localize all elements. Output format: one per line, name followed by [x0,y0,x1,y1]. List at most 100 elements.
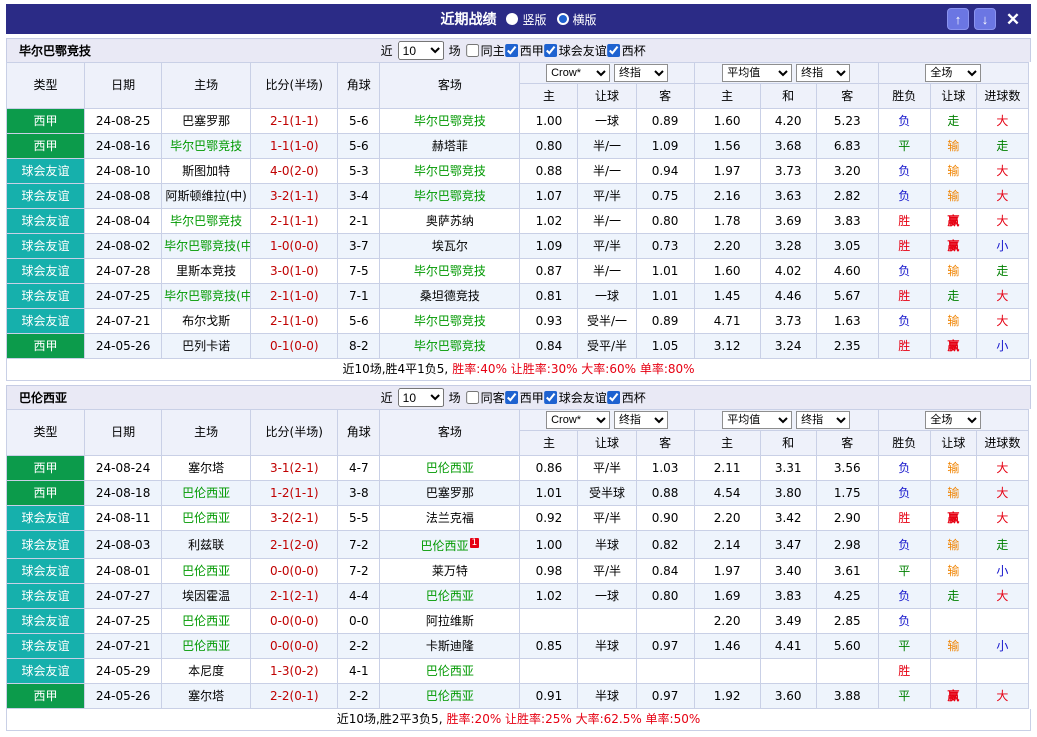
final-index-select-asian[interactable]: 终指 [613,64,668,82]
cell-score: 1-0(0-0) [250,233,339,259]
col-header-ah-away: 客 [635,83,695,109]
cell-eu-draw-odds: 3.60 [759,683,817,709]
cell-eu-home-odds: 2.16 [693,183,761,209]
team-section: 毕尔巴鄂竞技 近 10 场 同主 西甲 球会友谊 西杯 类型 日期 主场 比分(… [5,38,1031,381]
cell-goal-result: 大 [975,283,1030,309]
cell-ah-home-odds: 0.86 [519,455,579,481]
cell-date: 24-08-03 [84,530,163,559]
cell-corner: 2-2 [337,633,381,659]
close-button[interactable]: ✕ [1001,7,1025,31]
checkbox-input[interactable] [543,390,557,404]
match-row: 球会友谊 24-08-10 斯图加特 4-0(2-0) 5-3 毕尔巴鄂竞技 0.88 半/一… [5,158,1030,184]
col-header-away: 客场 [379,409,521,456]
filter-checkbox[interactable]: 西甲 [504,42,544,59]
cell-home-team: 里斯本竞技 [161,258,252,284]
col-header-result: 胜负 [877,430,931,456]
cell-eu-draw-odds: 3.73 [759,158,817,184]
cell-home-team: 毕尔巴鄂竞技 [161,133,252,159]
match-count-select[interactable]: 10 [397,41,444,60]
cell-eu-draw-odds: 3.63 [759,183,817,209]
filter-checkbox[interactable]: 同主 [465,42,505,59]
match-row: 球会友谊 24-08-11 巴伦西亚 3-2(2-1) 5-5 法兰克福 0.92 平/半 0.… [5,505,1030,531]
layout-radio-vertical[interactable]: 竖版 [506,11,547,28]
cell-eu-draw-odds: 3.42 [759,505,817,531]
cell-home-team: 布尔戈斯 [161,308,252,334]
filter-checkbox[interactable]: 西杯 [606,42,646,59]
checkbox-input[interactable] [504,43,518,57]
cell-result: 胜 [877,505,931,531]
filter-checkbox[interactable]: 西杯 [606,389,646,406]
bookmaker-select[interactable]: Crow* [546,411,611,429]
cell-goal-result: 大 [975,505,1030,531]
cell-ah-away-odds: 0.84 [635,558,695,584]
cell-ah-home-odds [519,608,579,634]
cell-date: 24-08-18 [84,480,163,506]
checkbox-input[interactable] [606,390,620,404]
average-select[interactable]: 平均值 [722,411,793,429]
layout-radio-horizontal[interactable]: 横版 [556,11,597,28]
scope-select[interactable]: 全场 [925,64,982,82]
filter-checkbox[interactable]: 球会友谊 [543,389,607,406]
cell-type: 西甲 [5,133,86,159]
cell-result: 负 [877,258,931,284]
cell-type: 球会友谊 [5,505,86,531]
checkbox-input[interactable] [504,390,518,404]
checkbox-input[interactable] [606,43,620,57]
average-select[interactable]: 平均值 [722,64,793,82]
cell-ah-away-odds: 0.73 [635,233,695,259]
scroll-up-button[interactable]: ↑ [947,8,969,30]
cell-score: 3-1(2-1) [250,455,339,481]
match-row: 球会友谊 24-08-02 毕尔巴鄂竞技(中) 1-0(0-0) 3-7 埃瓦尔 1.09 平… [5,233,1030,259]
checkbox-input[interactable] [465,390,479,404]
cell-ah-away-odds: 0.75 [635,183,695,209]
cell-corner: 7-1 [337,283,381,309]
cell-away-team: 毕尔巴鄂竞技 [379,333,521,359]
scroll-down-button[interactable]: ↓ [974,8,996,30]
match-count-select[interactable]: 10 [397,388,444,407]
col-header-ah-line: 让球 [577,83,637,109]
cell-date: 24-07-27 [84,583,163,609]
cell-type: 球会友谊 [5,183,86,209]
scope-select[interactable]: 全场 [925,411,982,429]
cell-corner: 4-7 [337,455,381,481]
cell-eu-home-odds: 2.20 [693,505,761,531]
cell-home-team: 埃因霍温 [161,583,252,609]
filter-checkbox[interactable]: 球会友谊 [543,42,607,59]
col-header-eu-draw: 和 [759,430,817,456]
cell-ah-away-odds: 0.88 [635,480,695,506]
cell-eu-draw-odds: 3.40 [759,558,817,584]
checkbox-input[interactable] [543,43,557,57]
final-index-select-euro[interactable]: 终指 [796,411,851,429]
cell-score: 3-2(2-1) [250,505,339,531]
cell-date: 24-08-16 [84,133,163,159]
results-body: 西甲 24-08-25 巴塞罗那 2-1(1-1) 5-6 毕尔巴鄂竞技 1.00 一球 0.8… [5,108,1030,359]
cell-corner: 0-0 [337,608,381,634]
bookmaker-select[interactable]: Crow* [546,64,611,82]
cell-goal-result: 小 [975,558,1030,584]
cell-away-team: 巴伦西亚 [379,683,521,709]
filter-checkbox[interactable]: 西甲 [504,389,544,406]
cell-home-team: 巴列卡诺 [161,333,252,359]
cell-ah-home-odds: 0.92 [519,505,579,531]
cell-eu-home-odds [693,658,761,684]
filter-checkbox[interactable]: 同客 [465,389,505,406]
cell-date: 24-08-24 [84,455,163,481]
cell-corner: 7-5 [337,258,381,284]
cell-eu-home-odds: 1.69 [693,583,761,609]
cell-away-team: 毕尔巴鄂竞技 [379,258,521,284]
scope-select-group: 全场 [877,62,1030,84]
final-index-select-euro[interactable]: 终指 [796,64,851,82]
cell-home-team: 本尼度 [161,658,252,684]
cell-ah-away-odds: 0.97 [635,633,695,659]
cell-eu-home-odds: 1.92 [693,683,761,709]
cell-home-team: 斯图加特 [161,158,252,184]
cell-ah-away-odds: 0.97 [635,683,695,709]
cell-ah-home-odds: 0.80 [519,133,579,159]
cell-result: 胜 [877,233,931,259]
cell-home-team: 塞尔塔 [161,455,252,481]
final-index-select-asian[interactable]: 终指 [613,411,668,429]
cell-goal-result [975,658,1030,684]
cell-type: 西甲 [5,455,86,481]
checkbox-input[interactable] [465,43,479,57]
cell-eu-away-odds: 4.25 [815,583,879,609]
